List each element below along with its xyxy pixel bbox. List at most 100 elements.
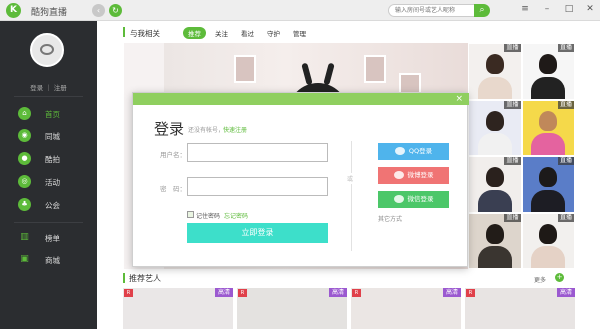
username-field[interactable] — [187, 143, 328, 162]
live-tag: 直播 — [557, 44, 574, 52]
wechat-login-label: 微信登录 — [407, 195, 434, 203]
or-separator: 或 — [347, 173, 354, 184]
shop-icon: ▣ — [20, 254, 29, 264]
tab-viewed[interactable]: 看过 — [241, 28, 254, 38]
artist-card[interactable]: R 高清 — [465, 288, 575, 329]
tab-manage[interactable]: 管理 — [293, 28, 306, 38]
search-button[interactable]: ⌕ — [474, 4, 490, 17]
avatar[interactable] — [30, 33, 64, 67]
live-tag: 直播 — [504, 100, 521, 109]
wall-frame — [234, 55, 256, 83]
login-dialog: × 登录 还没有帐号， 快速注册 用户名： 密 码： 记住密码 忘记密码 立即登… — [132, 92, 469, 267]
live-tag: 直播 — [557, 100, 574, 109]
sidebar: 登录 ｜ 注册 ⌂ 首页 ◉ 同城 ● 酷拍 ◎ 活动 ♣ 公会 ▥ 榜单 ▣ … — [0, 21, 97, 329]
live-tag: 直播 — [557, 157, 574, 165]
ranking-icon: ▥ — [20, 232, 29, 242]
refresh-button[interactable]: ↻ — [109, 4, 122, 17]
recommend-section-header: 推荐艺人 更多 + — [123, 271, 573, 285]
username-label: 用户名： — [160, 151, 186, 159]
sidebar-divider — [14, 222, 83, 223]
sub-nav: 与我相关 推荐 关注 看过 守护 管理 — [97, 21, 600, 43]
activity-icon: ◎ — [18, 175, 31, 188]
hd-badge: 高清 — [214, 288, 233, 297]
live-thumbnail[interactable]: 直播 — [521, 99, 575, 156]
search-input[interactable] — [388, 4, 475, 17]
live-tag: 直播 — [504, 213, 521, 222]
tab-guard[interactable]: 守护 — [267, 28, 280, 38]
remember-password-label[interactable]: 记住密码 — [196, 211, 220, 220]
login-button[interactable]: 立即登录 — [187, 223, 328, 243]
sidebar-item-label: 公会 — [45, 201, 60, 210]
hd-badge: 高清 — [556, 288, 575, 297]
live-thumbnail[interactable]: 直播 — [521, 43, 575, 100]
sidebar-item-guild[interactable]: ♣ 公会 — [0, 195, 97, 215]
dialog-divider — [351, 141, 352, 251]
camera-icon: ● — [18, 152, 31, 165]
live-thumbnail[interactable]: 直播 — [468, 43, 522, 100]
qq-login-button[interactable]: QQ登录 — [378, 143, 449, 160]
location-icon: ◉ — [18, 129, 31, 142]
other-login-methods[interactable]: 其它方式 — [378, 214, 402, 223]
title-bar: K 酷狗直播 ‹ ↻ ⌕ ≡ – □ ✕ — [0, 0, 600, 21]
password-field[interactable] — [187, 177, 328, 196]
rank-badge-icon: R — [124, 289, 133, 297]
dialog-header-bar: × — [133, 93, 469, 105]
weibo-login-button[interactable]: 微博登录 — [378, 167, 449, 184]
weibo-login-label: 微博登录 — [407, 171, 434, 179]
forgot-password-link[interactable]: 忘记密码 — [224, 211, 248, 220]
wall-frame — [364, 55, 386, 83]
rank-badge-icon: R — [466, 289, 475, 297]
rank-badge-icon: R — [238, 289, 247, 297]
rank-badge-icon: R — [352, 289, 361, 297]
section-accent — [123, 273, 125, 283]
login-register-links[interactable]: 登录 ｜ 注册 — [0, 82, 97, 92]
wechat-icon — [393, 195, 404, 203]
live-thumbnail[interactable]: 直播 — [521, 156, 575, 213]
menu-button[interactable]: ≡ — [519, 4, 531, 14]
live-thumbnail[interactable]: 直播 — [468, 156, 522, 213]
maximize-button[interactable]: □ — [563, 4, 575, 14]
sidebar-item-home[interactable]: ⌂ 首页 — [0, 104, 97, 124]
live-thumbnail[interactable]: 直播 — [468, 99, 522, 156]
app-name: 酷狗直播 — [31, 8, 68, 18]
close-window-button[interactable]: ✕ — [584, 4, 596, 14]
wechat-login-button[interactable]: 微信登录 — [378, 191, 449, 208]
sidebar-item-ranking[interactable]: ▥ 榜单 — [0, 228, 97, 248]
hd-badge: 高清 — [328, 288, 347, 297]
artist-card[interactable]: R 高清 — [351, 288, 461, 329]
sidebar-item-nearby[interactable]: ◉ 同城 — [0, 126, 97, 146]
no-account-text: 还没有帐号， — [188, 127, 225, 134]
kugou-logo-icon: K — [6, 3, 21, 18]
sidebar-item-label: 同城 — [45, 132, 60, 141]
sidebar-item-activity[interactable]: ◎ 活动 — [0, 172, 97, 192]
tab-recommend[interactable]: 推荐 — [183, 26, 206, 39]
artist-card[interactable]: R 高清 — [237, 288, 347, 329]
password-label: 密 码： — [160, 185, 186, 193]
sidebar-item-kupai[interactable]: ● 酷拍 — [0, 149, 97, 169]
artist-card[interactable]: R 高清 — [123, 288, 233, 329]
tab-follow[interactable]: 关注 — [215, 28, 228, 38]
qq-login-label: QQ登录 — [408, 147, 433, 155]
close-icon[interactable]: × — [455, 93, 463, 105]
recommend-title: 推荐艺人 — [129, 274, 161, 283]
sidebar-item-label: 首页 — [45, 110, 60, 119]
sidebar-item-shop[interactable]: ▣ 商城 — [0, 250, 97, 270]
back-button[interactable]: ‹ — [92, 4, 105, 17]
live-thumbnail[interactable]: 直播 — [468, 212, 522, 269]
hd-badge: 高清 — [442, 288, 461, 297]
guild-icon: ♣ — [18, 198, 31, 211]
plus-icon[interactable]: + — [555, 273, 564, 282]
live-tag: 直播 — [504, 157, 521, 165]
live-tag: 直播 — [504, 44, 521, 52]
sidebar-divider — [14, 96, 83, 97]
user-placeholder-icon — [40, 44, 54, 55]
remember-password-checkbox[interactable] — [187, 211, 194, 218]
live-thumbnail[interactable]: 直播 — [521, 212, 575, 269]
qq-icon — [394, 147, 405, 155]
quick-register-link[interactable]: 快速注册 — [223, 125, 247, 134]
sidebar-item-label: 商城 — [45, 256, 60, 265]
live-thumbnails: 直播 直播 直播 直播 直播 直播 直播 直播 — [468, 43, 575, 269]
more-link[interactable]: 更多 — [534, 275, 546, 284]
minimize-button[interactable]: – — [541, 4, 553, 14]
dialog-title: 登录 — [154, 120, 185, 138]
